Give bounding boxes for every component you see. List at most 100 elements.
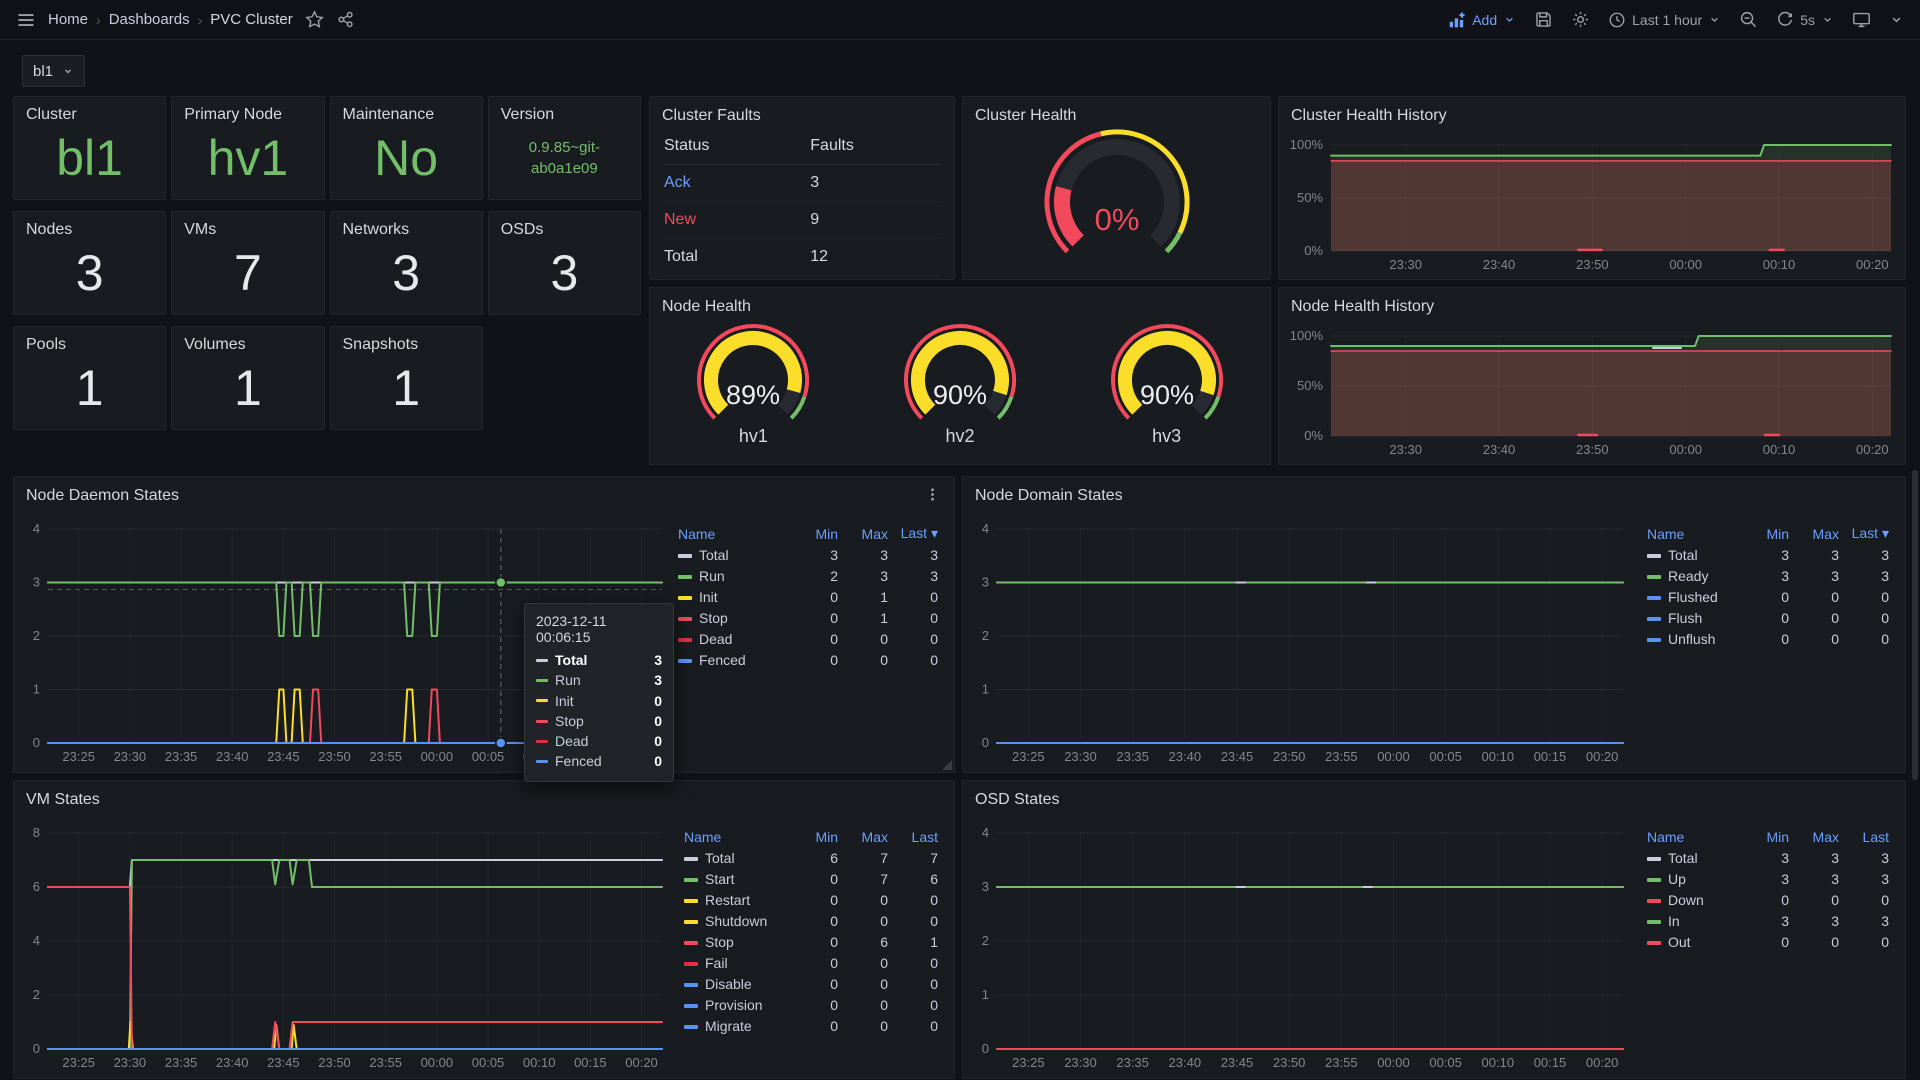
legend-series-toggle[interactable]: Out [1643, 931, 1743, 952]
navbar-chevron-icon[interactable] [1889, 12, 1904, 27]
legend-series-toggle[interactable]: Dead [674, 628, 792, 649]
panel-title[interactable]: Cluster Health [963, 97, 1270, 125]
legend-col-last[interactable]: Last ▾ [892, 523, 942, 544]
legend-col-name[interactable]: Name [674, 523, 792, 544]
legend-series-toggle[interactable]: Restart [680, 889, 792, 910]
dashboard-settings-icon[interactable] [1571, 10, 1590, 29]
breadcrumb: Home › Dashboards › PVC Cluster [48, 11, 293, 28]
legend-series-toggle[interactable]: Flush [1643, 607, 1743, 628]
legend-series-toggle[interactable]: Stop [674, 607, 792, 628]
node-domain-chart[interactable]: 0123423:2523:3023:3523:4023:4523:5023:55… [967, 521, 1631, 767]
legend-row: In333 [1643, 910, 1893, 931]
svg-text:23:50: 23:50 [1576, 257, 1609, 272]
breadcrumb-dashboards[interactable]: Dashboards [109, 11, 190, 28]
legend-col-max[interactable]: Max [842, 523, 892, 544]
legend-col-max[interactable]: Max [842, 827, 892, 847]
save-dashboard-icon[interactable] [1534, 10, 1553, 29]
stat-value: 3 [14, 239, 165, 314]
legend-series-toggle[interactable]: Total [1643, 544, 1743, 565]
legend-col-min[interactable]: Min [792, 523, 842, 544]
osd-states-chart[interactable]: 0123423:2523:3023:3523:4023:4523:5023:55… [967, 825, 1631, 1073]
vm-states-chart[interactable]: 0246823:2523:3023:3523:4023:4523:5023:55… [18, 825, 670, 1073]
tv-mode-icon[interactable] [1852, 10, 1871, 29]
panel-title[interactable]: Node Domain States [963, 477, 1905, 505]
legend-series-toggle[interactable]: Down [1643, 889, 1743, 910]
legend-col-min[interactable]: Min [792, 827, 842, 847]
legend-col-min[interactable]: Min [1743, 523, 1793, 544]
legend-series-toggle[interactable]: Flushed [1643, 586, 1743, 607]
legend-col-last[interactable]: Last [1843, 827, 1893, 847]
panel-title[interactable]: VMs [172, 212, 323, 239]
legend-series-toggle[interactable]: Run [674, 565, 792, 586]
node-daemon-legend: NameMinMaxLast ▾Total333Run233Init010Sto… [674, 523, 942, 670]
panel-title[interactable]: Cluster Health History [1279, 97, 1905, 125]
panel-resize-handle[interactable] [942, 760, 952, 770]
legend-series-toggle[interactable]: Up [1643, 868, 1743, 889]
panel-title[interactable]: Node Health History [1279, 288, 1905, 316]
legend-series-toggle[interactable]: Total [680, 847, 792, 868]
legend-series-toggle[interactable]: Provision [680, 994, 792, 1015]
panel-title[interactable]: Primary Node [172, 97, 323, 124]
series-color-swatch [678, 638, 692, 642]
legend-col-last[interactable]: Last ▾ [1843, 523, 1893, 544]
legend-col-name[interactable]: Name [680, 827, 792, 847]
panel-title[interactable]: OSD States [963, 781, 1905, 809]
legend-series-toggle[interactable]: Total [1643, 847, 1743, 868]
legend-series-toggle[interactable]: Fail [680, 952, 792, 973]
panel-title[interactable]: Node Daemon States [26, 487, 179, 505]
zoom-out-icon[interactable] [1739, 10, 1758, 29]
panel-title[interactable]: Networks [331, 212, 482, 239]
legend-series-toggle[interactable]: Shutdown [680, 910, 792, 931]
stat-panel-primary-node: Primary Node hv1 [171, 96, 324, 200]
panel-title[interactable]: Snapshots [331, 327, 482, 354]
legend-series-toggle[interactable]: Fenced [674, 649, 792, 670]
share-icon[interactable] [336, 10, 355, 29]
legend-table: NameMinMaxLast ▾Total333Ready333Flushed0… [1643, 523, 1893, 649]
scrollbar[interactable] [1912, 470, 1918, 780]
legend-max-value: 3 [1793, 910, 1843, 931]
panel-title[interactable]: Cluster Faults [650, 97, 954, 125]
legend-col-name[interactable]: Name [1643, 523, 1743, 544]
legend-col-last[interactable]: Last [892, 827, 942, 847]
panel-title[interactable]: VM States [14, 781, 954, 809]
legend-series-toggle[interactable]: Disable [680, 973, 792, 994]
legend-series-toggle[interactable]: In [1643, 910, 1743, 931]
legend-table: NameMinMaxLastTotal677Start076Restart000… [680, 827, 942, 1036]
legend-col-min[interactable]: Min [1743, 827, 1793, 847]
legend-min-value: 0 [792, 649, 842, 670]
panel-title[interactable]: Cluster [14, 97, 165, 124]
add-button[interactable]: Add [1448, 11, 1516, 29]
svg-text:00:20: 00:20 [1586, 749, 1619, 764]
node-health-history-chart[interactable]: 0%50%100%23:3023:4023:5000:0000:1000:20 [1285, 328, 1899, 460]
panel-title[interactable]: OSDs [489, 212, 640, 239]
refresh-interval-label: 5s [1800, 12, 1815, 28]
panel-title[interactable]: Node Health [650, 288, 1270, 316]
legend-series-toggle[interactable]: Total [674, 544, 792, 565]
cluster-health-history-chart[interactable]: 0%50%100%23:3023:4023:5000:0000:1000:20 [1285, 137, 1899, 275]
legend-series-toggle[interactable]: Start [680, 868, 792, 889]
panel-title[interactable]: Maintenance [331, 97, 482, 124]
panel-menu-icon[interactable] [923, 487, 942, 507]
time-range-picker[interactable]: Last 1 hour [1608, 11, 1721, 29]
legend-series-toggle[interactable]: Unflush [1643, 628, 1743, 649]
star-icon[interactable] [305, 10, 324, 29]
panel-title[interactable]: Pools [14, 327, 165, 354]
legend-series-toggle[interactable]: Ready [1643, 565, 1743, 586]
legend-series-toggle[interactable]: Migrate [680, 1015, 792, 1036]
legend-series-toggle[interactable]: Init [674, 586, 792, 607]
panel-title[interactable]: Nodes [14, 212, 165, 239]
menu-icon[interactable] [16, 10, 36, 30]
refresh-picker[interactable]: 5s [1776, 11, 1834, 29]
series-color-swatch [684, 962, 698, 966]
panel-title[interactable]: Version [489, 97, 640, 124]
legend-col-max[interactable]: Max [1793, 523, 1843, 544]
stat-panel-snapshots: Snapshots 1 [330, 326, 483, 430]
legend-col-max[interactable]: Max [1793, 827, 1843, 847]
cluster-faults-table: Status Faults Ack 3 New 9 Total 12 [664, 127, 940, 276]
legend-series-toggle[interactable]: Stop [680, 931, 792, 952]
legend-col-name[interactable]: Name [1643, 827, 1743, 847]
variable-selector-cluster[interactable]: bl1 [22, 55, 85, 87]
svg-text:23:45: 23:45 [267, 749, 300, 764]
breadcrumb-home[interactable]: Home [48, 11, 88, 28]
panel-title[interactable]: Volumes [172, 327, 323, 354]
